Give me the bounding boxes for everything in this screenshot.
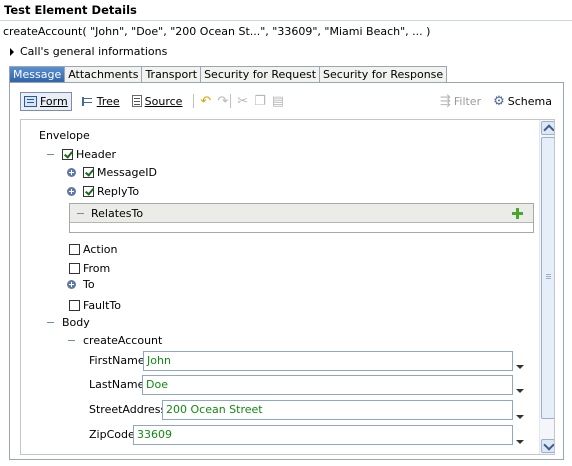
chevron-down-icon[interactable]	[516, 389, 524, 393]
toolbar-separator	[193, 94, 195, 108]
to-label: To	[83, 278, 95, 291]
relatesto-label: RelatesTo	[91, 206, 144, 220]
tree-node-replyto[interactable]: ReplyTo	[67, 185, 139, 198]
envelope-label: Envelope	[39, 129, 90, 142]
replyto-checkbox[interactable]	[83, 186, 94, 197]
createaccount-label: createAccount	[83, 334, 163, 347]
body-label: Body	[62, 316, 90, 329]
action-checkbox[interactable]	[69, 244, 80, 255]
chevron-down-icon[interactable]	[516, 415, 524, 419]
tree-view-label: Tree	[96, 94, 120, 108]
faultto-label: FaultTo	[83, 299, 121, 312]
expand-triangle-icon	[10, 47, 14, 56]
title-divider	[0, 20, 572, 21]
toolbar-right-group: ⇶ Filter ⚙ Schema	[437, 92, 555, 111]
replyto-label: ReplyTo	[97, 185, 140, 198]
tree-node-action[interactable]: Action	[69, 243, 117, 256]
filter-label: Filter	[453, 94, 482, 108]
action-label: Action	[83, 243, 118, 256]
firstname-label: FirstName	[89, 354, 145, 367]
chevron-down-icon[interactable]	[516, 365, 524, 369]
schema-button[interactable]: ⚙ Schema	[490, 92, 555, 111]
collapse-icon[interactable]	[46, 150, 55, 159]
tree-node-messageid[interactable]: MessageID	[67, 166, 157, 179]
vertical-scrollbar[interactable]	[539, 120, 554, 454]
from-label: From	[83, 262, 111, 275]
toolbar-separator	[230, 94, 232, 108]
redo-icon[interactable]: ↷	[217, 95, 228, 108]
tree-view-button[interactable]: Tree	[78, 92, 123, 111]
lastname-field[interactable]: Doe	[142, 375, 513, 395]
message-tab-panel: Form Tree Source ↶ ↷ ✂ ❐ ▤ ⇶ Filter ⚙ Sc…	[9, 82, 564, 460]
add-icon[interactable]	[512, 208, 523, 219]
tree-icon	[81, 96, 94, 107]
tab-security-response[interactable]: Security for Response	[320, 66, 448, 82]
chevron-down-icon[interactable]	[516, 440, 524, 444]
form-view-button[interactable]: Form	[20, 91, 72, 111]
scroll-thumb[interactable]	[541, 137, 554, 419]
source-view-button[interactable]: Source	[129, 92, 186, 111]
expand-icon[interactable]	[67, 187, 76, 196]
tab-message[interactable]: Message	[9, 66, 66, 82]
schema-label: Schema	[507, 94, 552, 108]
firstname-field[interactable]: John	[143, 351, 513, 371]
tree-node-from[interactable]: From	[69, 262, 110, 275]
messageid-checkbox[interactable]	[83, 167, 94, 178]
filter-icon: ⇶	[439, 93, 451, 109]
relatesto-header[interactable]: RelatesTo	[70, 204, 533, 223]
streetaddress-label: StreetAddress	[89, 403, 167, 416]
tree-node-envelope[interactable]: Envelope	[39, 129, 90, 142]
tree-node-body[interactable]: Body	[46, 316, 90, 329]
source-view-label: Source	[144, 94, 183, 108]
copy-icon[interactable]: ❐	[254, 95, 266, 108]
from-checkbox[interactable]	[69, 263, 80, 274]
source-icon	[131, 95, 142, 107]
tree-node-header[interactable]: Header	[46, 148, 116, 161]
zipcode-label: ZipCode	[89, 428, 135, 441]
cut-icon[interactable]: ✂	[237, 95, 248, 108]
paste-icon[interactable]: ▤	[272, 95, 284, 108]
tab-security-request[interactable]: Security for Request	[201, 66, 321, 82]
tab-bar: Message Attachments Transport Security f…	[9, 66, 448, 82]
zipcode-field[interactable]: 33609	[133, 425, 513, 445]
scroll-down-icon[interactable]	[541, 439, 554, 453]
collapse-icon[interactable]	[76, 209, 85, 218]
editor-toolbar: Form Tree Source ↶ ↷ ✂ ❐ ▤ ⇶ Filter ⚙ Sc…	[20, 91, 555, 111]
tree-node-faultto[interactable]: FaultTo	[69, 299, 121, 312]
tab-transport[interactable]: Transport	[142, 66, 202, 82]
scroll-up-icon[interactable]	[541, 121, 554, 135]
lastname-label: LastName	[89, 378, 145, 391]
filter-button[interactable]: ⇶ Filter	[437, 92, 484, 111]
undo-icon[interactable]: ↶	[200, 95, 211, 108]
tree-node-createaccount[interactable]: createAccount	[67, 334, 162, 347]
form-view-label: Form	[40, 94, 68, 108]
schema-icon: ⚙	[493, 93, 505, 109]
header-label: Header	[76, 148, 117, 161]
faultto-checkbox[interactable]	[69, 300, 80, 311]
streetaddress-field[interactable]: 200 Ocean Street	[162, 400, 513, 420]
tab-attachments[interactable]: Attachments	[65, 66, 143, 82]
messageid-label: MessageID	[97, 166, 157, 179]
header-checkbox[interactable]	[62, 149, 73, 160]
collapse-icon[interactable]	[67, 336, 76, 345]
expand-icon[interactable]	[67, 168, 76, 177]
collapse-icon[interactable]	[46, 318, 55, 327]
panel-title: Test Element Details	[4, 3, 137, 17]
call-signature: createAccount( "John", "Doe", "200 Ocean…	[3, 25, 431, 38]
form-icon	[24, 95, 37, 107]
general-info-toggle[interactable]: Call's general informations	[10, 45, 167, 58]
form-editor: Envelope Header MessageID ReplyTo Relate…	[20, 119, 555, 455]
tree-node-to[interactable]: To	[67, 278, 95, 291]
relatesto-section: RelatesTo	[69, 203, 534, 233]
expand-icon[interactable]	[67, 280, 76, 289]
general-info-label: Call's general informations	[20, 45, 168, 58]
